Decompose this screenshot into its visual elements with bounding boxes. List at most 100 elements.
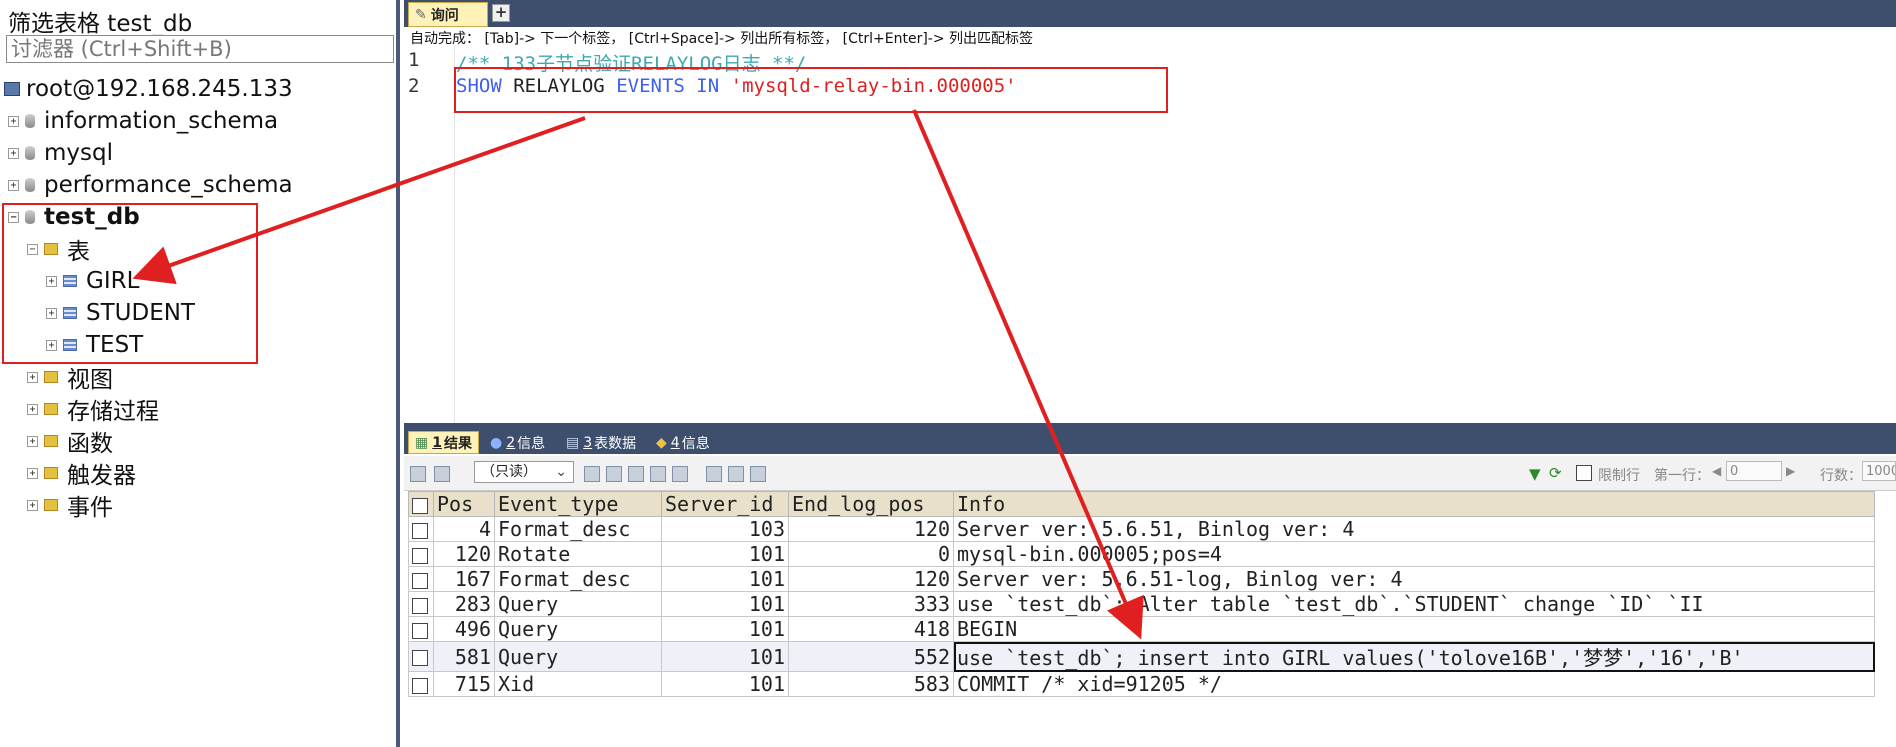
cell-pos[interactable]: 4 (433, 516, 495, 542)
tab-result[interactable]: ▦ 1 结果 (408, 431, 479, 454)
add-row-icon[interactable] (410, 466, 426, 482)
col-event-type[interactable]: Event_type (494, 491, 662, 517)
tree-folder-procedures[interactable]: + 存储过程 (27, 393, 159, 425)
cell-server-id[interactable]: 101 (661, 641, 789, 672)
table-row[interactable]: 167 Format_desc 101 120 Server ver: 5.6.51-l… (408, 566, 1875, 592)
row-checkbox[interactable] (412, 572, 428, 589)
cell-event-type[interactable]: Format_desc (494, 516, 662, 542)
cell-pos[interactable]: 715 (433, 671, 495, 697)
filter-input[interactable]: 讨滤器 (Ctrl+Shift+B) (6, 35, 394, 63)
cell-end-log-pos[interactable]: 583 (788, 671, 954, 697)
table-row[interactable]: 496 Query 101 418 BEGIN (408, 616, 1875, 642)
row-checkbox[interactable] (412, 547, 428, 564)
row-checkbox[interactable] (412, 522, 428, 539)
cell-server-id[interactable]: 101 (661, 566, 789, 592)
cell-info[interactable]: Server ver: 5.6.51, Binlog ver: 4 (953, 516, 1875, 542)
row-select-cell[interactable] (408, 616, 434, 642)
prev-icon[interactable]: ◀ (1712, 464, 1721, 478)
cell-info[interactable]: use `test_db`; insert into GIRL values('… (953, 641, 1875, 672)
cell-event-type[interactable]: Format_desc (494, 566, 662, 592)
cell-server-id[interactable]: 101 (661, 541, 789, 567)
sql-editor[interactable]: 1 2 /** 133子节点验证RELAYLOG日志 **/ SHOW RELA… (404, 47, 1896, 423)
grid-view-icon[interactable] (706, 466, 722, 482)
tree-table-test[interactable]: + TEST (46, 329, 143, 361)
readonly-select[interactable]: （只读） ⌄ (474, 461, 574, 483)
row-checkbox[interactable] (412, 622, 428, 639)
tab-table-data[interactable]: ▤ 3 表数据 (560, 431, 642, 454)
cell-server-id[interactable]: 101 (661, 616, 789, 642)
row-checkbox[interactable] (412, 677, 428, 694)
expand-icon[interactable]: + (8, 179, 19, 191)
expand-icon[interactable]: + (27, 499, 38, 511)
table-row[interactable]: 715 Xid 101 583 COMMIT /* xid=91205 */ (408, 671, 1875, 697)
tree-db-performance-schema[interactable]: + performance_schema (8, 169, 293, 201)
cell-event-type[interactable]: Xid (494, 671, 662, 697)
cell-pos[interactable]: 581 (433, 641, 495, 672)
tree-db-information-schema[interactable]: + information_schema (8, 105, 278, 137)
cell-server-id[interactable]: 101 (661, 591, 789, 617)
cell-pos[interactable]: 283 (433, 591, 495, 617)
expand-icon[interactable]: + (46, 339, 57, 351)
rows-input[interactable]: 1000 (1862, 461, 1896, 481)
cell-info[interactable]: BEGIN (953, 616, 1875, 642)
tab-info[interactable]: ◆ 4 信息 (650, 431, 716, 454)
tree-db-mysql[interactable]: + mysql (8, 137, 113, 169)
cancel-icon[interactable] (672, 466, 688, 482)
row-select-cell[interactable] (408, 566, 434, 592)
expand-icon[interactable]: + (27, 435, 38, 447)
expand-icon[interactable]: + (8, 115, 19, 127)
cell-end-log-pos[interactable]: 418 (788, 616, 954, 642)
col-end-log-pos[interactable]: End_log_pos (788, 491, 954, 517)
tree-table-student[interactable]: + STUDENT (46, 297, 195, 329)
filter-icon[interactable]: ▼ (1529, 465, 1541, 483)
tree-folder-views[interactable]: + 视图 (27, 361, 113, 393)
cell-event-type[interactable]: Query (494, 616, 662, 642)
expand-icon[interactable]: + (27, 467, 38, 479)
cell-pos[interactable]: 496 (433, 616, 495, 642)
save-row-icon[interactable] (628, 466, 644, 482)
expand-icon[interactable]: + (46, 307, 57, 319)
expand-icon[interactable]: + (27, 403, 38, 415)
cell-pos[interactable]: 167 (433, 566, 495, 592)
table-row[interactable]: 283 Query 101 333 use `test_db`; Alter table… (408, 591, 1875, 617)
duplicate-icon[interactable] (606, 466, 622, 482)
cell-info[interactable]: Server ver: 5.6.51-log, Binlog ver: 4 (953, 566, 1875, 592)
add-tab-button[interactable]: + (492, 4, 510, 22)
row-select-cell[interactable] (408, 591, 434, 617)
table-row[interactable]: 581 Query 101 552 use `test_db`; insert into… (408, 641, 1875, 672)
row-select-cell[interactable] (408, 516, 434, 542)
refresh-icon[interactable]: ⟳ (1549, 464, 1562, 482)
text-view-icon[interactable] (750, 466, 766, 482)
select-all-header[interactable] (408, 491, 434, 517)
tab-query[interactable]: ✎ 询问 (408, 2, 488, 27)
expand-icon[interactable]: + (46, 275, 57, 287)
cell-end-log-pos[interactable]: 120 (788, 516, 954, 542)
tree-folder-functions[interactable]: + 函数 (27, 425, 113, 457)
cell-info[interactable]: mysql-bin.000005;pos=4 (953, 541, 1875, 567)
row-select-cell[interactable] (408, 541, 434, 567)
cell-server-id[interactable]: 101 (661, 671, 789, 697)
cell-end-log-pos[interactable]: 0 (788, 541, 954, 567)
cell-pos[interactable]: 120 (433, 541, 495, 567)
tree-folder-triggers[interactable]: + 触发器 (27, 457, 136, 489)
collapse-icon[interactable]: − (27, 243, 38, 255)
tree-connection[interactable]: root@192.168.245.133 (4, 73, 293, 105)
form-view-icon[interactable] (728, 466, 744, 482)
select-all-checkbox[interactable] (412, 497, 428, 514)
tree-folder-events[interactable]: + 事件 (27, 489, 113, 521)
tree-db-test-db[interactable]: − test_db (8, 201, 140, 233)
expand-icon[interactable]: + (27, 371, 38, 383)
row-checkbox[interactable] (412, 597, 428, 614)
table-row[interactable]: 4 Format_desc 103 120 Server ver: 5.6.51, Bi… (408, 516, 1875, 542)
tree-folder-tables[interactable]: − 表 (27, 233, 90, 265)
cell-event-type[interactable]: Rotate (494, 541, 662, 567)
tree-table-girl[interactable]: + GIRL (46, 265, 139, 297)
cell-end-log-pos[interactable]: 333 (788, 591, 954, 617)
row-checkbox[interactable] (412, 650, 428, 666)
cell-event-type[interactable]: Query (494, 591, 662, 617)
cell-end-log-pos[interactable]: 120 (788, 566, 954, 592)
collapse-icon[interactable]: − (8, 211, 19, 223)
col-info[interactable]: Info (953, 491, 1875, 517)
tab-messages[interactable]: ● 2 信息 (484, 431, 551, 454)
row-select-cell[interactable] (408, 641, 434, 672)
